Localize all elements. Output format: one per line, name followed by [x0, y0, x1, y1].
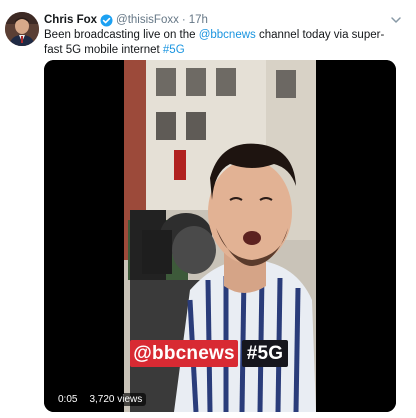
hashtag-link[interactable]: #5G — [163, 44, 185, 56]
tweet-header: Chris Fox @thisisFoxx · 17h — [44, 12, 208, 28]
video-player[interactable]: @bbcnews #5G 0:05 3,720 views — [44, 60, 396, 412]
author-handle[interactable]: @thisisFoxx — [116, 14, 179, 26]
tweet-text: Been broadcasting live on the @bbcnews c… — [44, 28, 400, 58]
mention-link[interactable]: @bbcnews — [199, 29, 256, 41]
video-controls: 0:05 3,720 views — [54, 392, 150, 406]
avatar[interactable] — [5, 12, 39, 46]
tweet-text-part-1: Been broadcasting live on the — [44, 29, 199, 41]
header-separator: · — [181, 14, 186, 26]
5g-overlay-badge: #5G — [242, 340, 288, 367]
video-elapsed-time: 0:05 — [54, 392, 82, 406]
tweet-timestamp[interactable]: 17h — [189, 14, 208, 26]
tweet-card[interactable]: Chris Fox @thisisFoxx · 17h Been broadca… — [0, 0, 416, 418]
author-name[interactable]: Chris Fox — [44, 14, 97, 26]
avatar-image — [5, 12, 39, 46]
chevron-down-icon[interactable] — [390, 14, 402, 26]
verified-badge-icon — [100, 14, 113, 27]
bbcnews-overlay-badge: @bbcnews — [130, 340, 238, 367]
video-view-count: 3,720 views — [85, 392, 147, 406]
